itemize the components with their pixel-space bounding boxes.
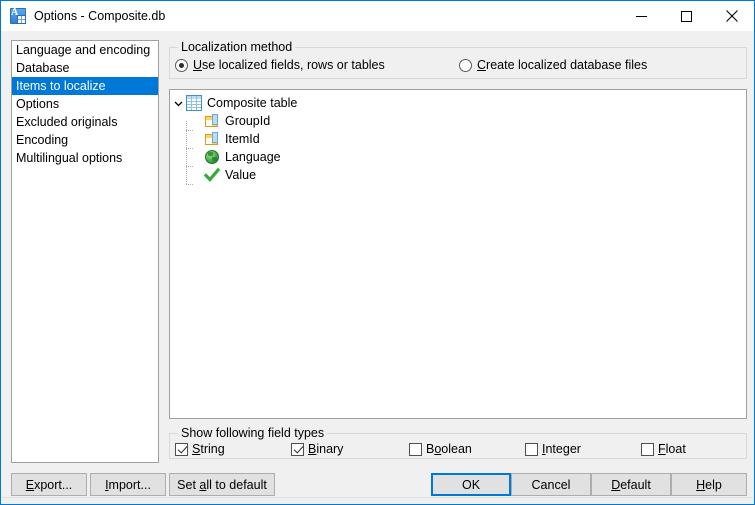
cancel-button-label: Cancel [531,477,571,492]
checkbox-integer-label: Integer [542,442,581,456]
title-divider [2,31,753,32]
default-button-label: Default [611,478,651,492]
tree-label-composite-table: Composite table [207,96,298,110]
tree-label-groupid: GroupId [225,114,271,128]
accelerator-char: D [611,477,621,492]
checkbox-binary[interactable]: Binary [291,442,343,456]
checkbox-string-mark[interactable] [175,442,188,456]
globe-icon [204,149,220,165]
checkbox-float-label: Float [658,442,686,456]
import-button[interactable]: Import... [90,473,166,496]
accelerator-char: H [696,477,706,492]
sidebar-item-database[interactable]: Database [12,59,158,77]
field-icon [204,113,220,129]
radio-use-localized-fields-mark[interactable] [175,58,188,72]
sidebar-item-encoding[interactable]: Encoding [12,131,158,149]
label-rest: efault [620,477,651,492]
bottom-divider [2,497,753,498]
tree-label-itemid: ItemId [225,132,260,146]
window-title: Options - Composite.db [34,9,166,23]
label-rest: ll to default [206,477,267,492]
tree-label-value: Value [225,168,257,182]
checkbox-string-label: String [192,442,225,456]
sidebar-item-language-and-encoding[interactable]: Language and encoding [12,41,158,59]
tree-row-value[interactable]: Value [170,166,746,185]
category-list[interactable]: Language and encoding Database Items to … [11,40,159,463]
label-rest: nteger [545,442,581,456]
accelerator-char: U [193,58,203,72]
checkbox-boolean[interactable]: Boolean [409,442,472,456]
close-button[interactable] [709,1,754,31]
field-icon [204,131,220,147]
options-dialog-window: A Options - Composite.db Language and en… [0,0,755,505]
sidebar-item-items-to-localize[interactable]: Items to localize [12,77,158,95]
label-rest: elp [705,477,722,492]
help-button-label: Help [696,478,722,492]
radio-create-localized-db-files-label: Create localized database files [477,58,647,72]
title-bar: A Options - Composite.db [1,1,754,31]
checkbox-binary-mark[interactable] [291,442,304,456]
checkbox-integer[interactable]: Integer [525,442,581,456]
checkbox-integer-mark[interactable] [525,442,538,456]
localization-method-group-label: Localization method [178,40,296,54]
checkbox-string[interactable]: String [175,442,225,456]
label-rest: inary [316,442,344,456]
default-button[interactable]: Default [591,473,671,496]
export-button-label: Export... [26,478,73,492]
label-rest: mport... [108,477,151,492]
label-prefix: Set [177,477,200,492]
field-types-group-label: Show following field types [178,426,328,440]
label-rest: olean [441,442,472,456]
app-translate-table-icon: A [10,7,26,24]
sidebar-item-options[interactable]: Options [12,95,158,113]
minimize-button[interactable] [619,1,664,31]
radio-use-localized-fields-label: Use localized fields, rows or tables [193,58,385,72]
accelerator-char: C [477,58,487,72]
radio-use-localized-fields[interactable]: Use localized fields, rows or tables [175,58,385,72]
checkbox-float[interactable]: Float [641,442,686,456]
tree-row-groupid[interactable]: GroupId [170,112,746,139]
set-all-to-default-button[interactable]: Set all to default [169,473,275,496]
radio-create-localized-db-files[interactable]: Create localized database files [459,58,647,72]
chevron-down-icon[interactable] [170,94,186,112]
check-icon [204,167,220,183]
help-button[interactable]: Help [671,473,747,496]
radio-create-localized-db-files-mark[interactable] [459,58,472,72]
label-rest: xport... [34,477,73,492]
checkbox-boolean-label: Boolean [426,442,472,456]
window-controls [619,1,754,31]
checkbox-boolean-mark[interactable] [409,442,422,456]
maximize-button[interactable] [664,1,709,31]
sidebar-item-excluded-originals[interactable]: Excluded originals [12,113,158,131]
fields-tree-view[interactable]: Composite table GroupId ItemId Language [169,89,747,419]
cancel-button[interactable]: Cancel [511,473,591,496]
import-button-label: Import... [105,478,151,492]
export-button[interactable]: Export... [11,473,87,496]
tree-row-language[interactable]: Language [170,148,746,175]
tree-label-language: Language [225,150,281,164]
sidebar-item-multilingual-options[interactable]: Multilingual options [12,149,158,167]
label-rest: loat [665,442,686,456]
ok-button[interactable]: OK [431,473,511,496]
checkbox-float-mark[interactable] [641,442,654,456]
accelerator-char: F [658,442,666,456]
accelerator-char: E [25,477,35,492]
label-rest: se localized fields, rows or tables [202,58,385,72]
label-rest: reate localized database files [486,58,648,72]
tree-row-composite-table[interactable]: Composite table [170,94,746,112]
set-all-to-default-button-label: Set all to default [177,478,267,492]
checkbox-binary-label: Binary [308,442,343,456]
table-icon [186,95,202,111]
tree-row-itemid[interactable]: ItemId [170,130,746,157]
ok-button-label: OK [461,477,481,492]
label-rest: tring [200,442,225,456]
